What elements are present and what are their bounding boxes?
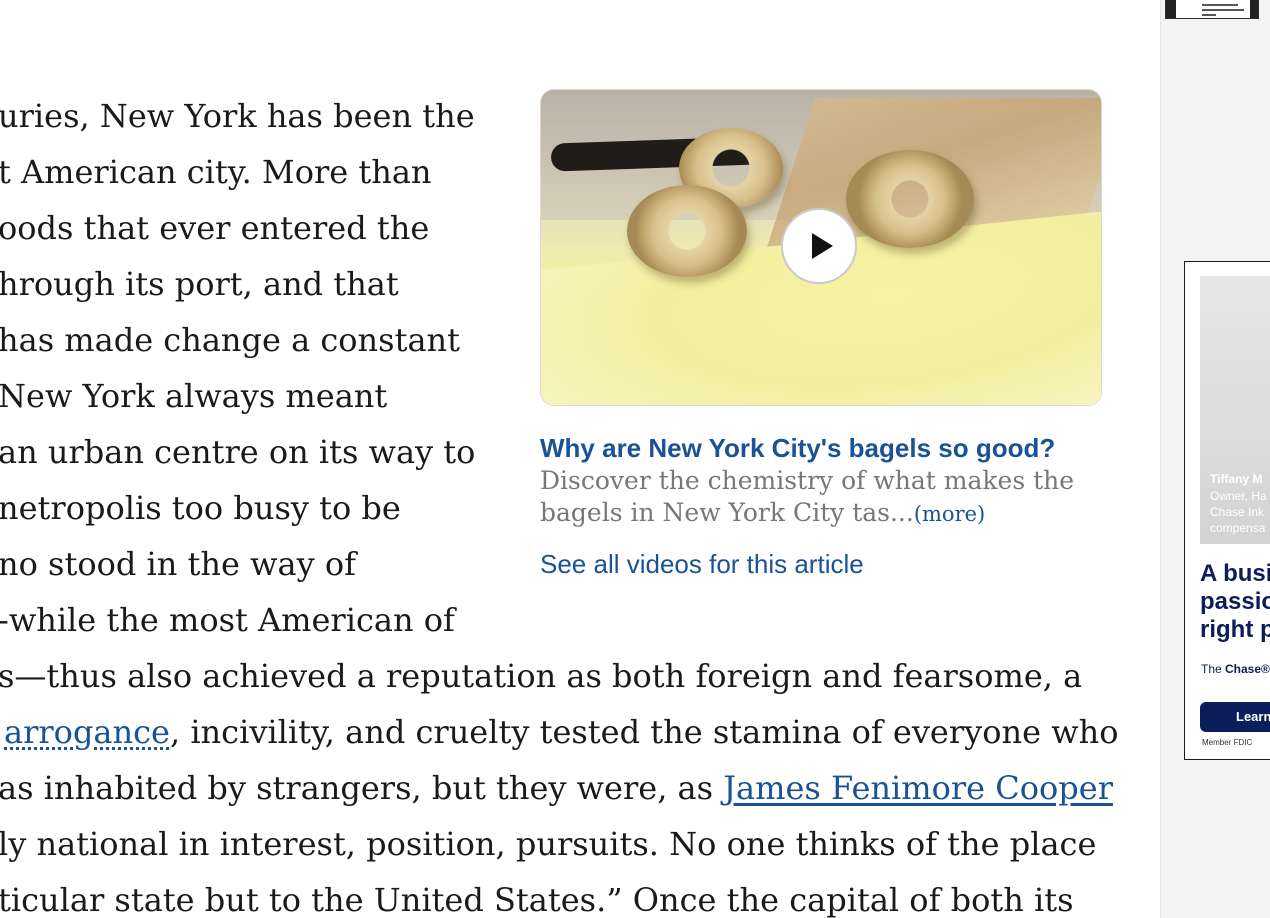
article-line: hrough its port, and that [0, 265, 399, 303]
ad-brand-prefix: The [1201, 662, 1226, 676]
article-line: netropolis too busy to be [0, 489, 401, 527]
more-link[interactable]: (more) [914, 502, 985, 526]
article-line: uries, New York has been the [0, 97, 475, 135]
ad-headline: A busi passio right p [1200, 560, 1270, 644]
bagel-image [846, 150, 974, 248]
thumbnail-edge [1250, 0, 1258, 18]
ad-person-info-line: Chase Ink [1210, 505, 1265, 519]
related-thumbnail[interactable] [1165, 0, 1259, 19]
ad-fine-print: Member FDIC [1202, 738, 1253, 747]
play-button[interactable] [781, 208, 857, 284]
ad-headline-line: passio [1200, 588, 1270, 615]
thumbnail-text-line [1202, 4, 1238, 6]
video-thumbnail[interactable] [540, 89, 1102, 406]
ad-person-info: Owner, Ha Chase Ink compensa [1210, 488, 1267, 536]
article-page: uries, New York has been the t American … [0, 0, 1270, 918]
ad-photo: Tiffany M Owner, Ha Chase Ink compensa [1200, 276, 1270, 544]
ad-headline-line: right p [1200, 616, 1270, 643]
see-all-videos-link[interactable]: See all videos for this article [540, 549, 864, 580]
ad-person-info-line: Owner, Ha [1210, 489, 1267, 503]
thumbnail-text-line [1202, 14, 1216, 16]
ad-person-info-line: compensa [1210, 521, 1266, 535]
advertisement[interactable]: Tiffany M Owner, Ha Chase Ink compensa A… [1184, 261, 1270, 760]
article-line: as inhabited by strangers, but they were… [0, 760, 1113, 816]
video-title-link[interactable]: Why are New York City's bagels so good? [540, 433, 1055, 463]
arrogance-link[interactable]: arrogance [4, 713, 170, 751]
bagel-image [627, 185, 747, 277]
thumbnail-text-line [1202, 9, 1244, 11]
ad-person-name: Tiffany M [1210, 472, 1263, 486]
video-description: Discover the chemistry of what makes the… [540, 466, 1075, 527]
article-line: has made change a constant [0, 321, 460, 359]
article-line: -while the most American of [0, 601, 455, 639]
ad-brand-name: Chase® [1225, 662, 1270, 676]
ad-headline-line: A busi [1200, 560, 1270, 587]
article-line-text: as inhabited by strangers, but they were… [0, 769, 724, 807]
article-line: arrogance, incivility, and cruelty teste… [4, 704, 1118, 760]
article-line: t American city. More than [0, 153, 432, 191]
article-line: oods that ever entered the [0, 209, 430, 247]
article-line: no stood in the way of [0, 545, 356, 583]
article-line: ly national in interest, position, pursu… [0, 825, 1097, 863]
article-line: s—thus also achieved a reputation as bot… [0, 657, 1083, 695]
play-icon [811, 233, 833, 259]
ad-brand: The Chase® I [1201, 662, 1270, 676]
article-line: New York always meant [0, 377, 388, 415]
james-fenimore-cooper-link[interactable]: James Fenimore Cooper [723, 769, 1113, 807]
thumbnail-edge [1166, 0, 1176, 18]
ad-learn-button[interactable]: Learn [1200, 702, 1270, 732]
video-caption: Why are New York City's bagels so good? … [540, 432, 1106, 530]
article-line: ticular state but to the United States.”… [0, 881, 1074, 918]
article-line-text: , incivility, and cruelty tested the sta… [169, 713, 1119, 751]
article-line: an urban centre on its way to [0, 433, 476, 471]
